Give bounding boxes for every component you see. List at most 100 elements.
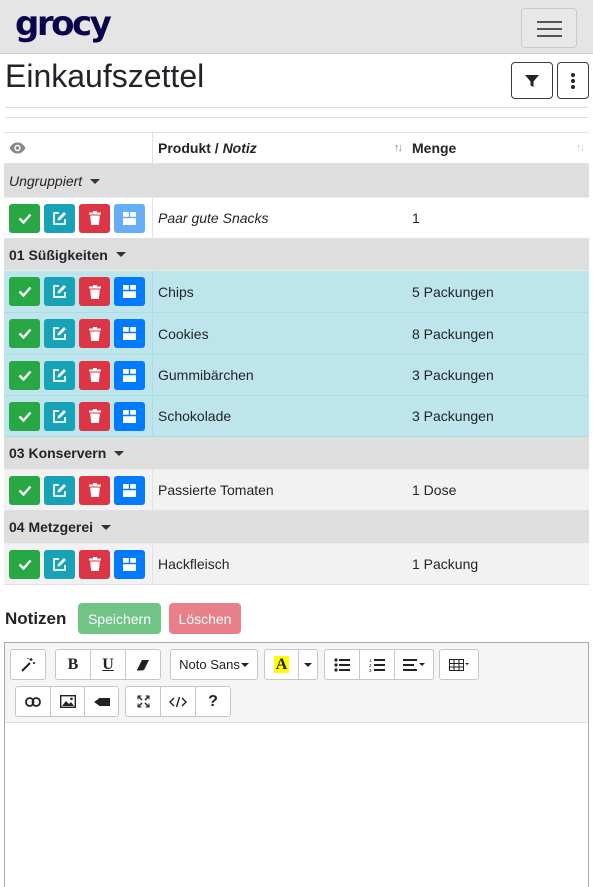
row-actions	[4, 198, 153, 238]
product-name: Chips	[158, 283, 194, 300]
table-row: Hackfleisch 1 Packung	[4, 544, 589, 585]
hamburger-icon-bar	[537, 35, 562, 37]
table-row: Paar gute Snacks 1	[4, 198, 589, 239]
underline-button[interactable]: U	[90, 649, 126, 680]
mark-done-button[interactable]	[9, 319, 40, 348]
product-name: Hackfleisch	[158, 556, 230, 572]
divider	[5, 117, 588, 118]
table-row: Passierte Tomaten 1 Dose	[4, 470, 589, 511]
eraser-button[interactable]	[125, 649, 161, 680]
text-color-button[interactable]: A	[264, 649, 299, 680]
check-icon	[18, 286, 31, 297]
unordered-list-button[interactable]	[324, 649, 360, 680]
delete-item-button[interactable]	[79, 360, 110, 390]
row-actions	[4, 544, 153, 584]
add-to-stock-button[interactable]	[114, 475, 145, 505]
caret-down-icon	[90, 178, 101, 184]
add-to-stock-button[interactable]	[114, 203, 145, 233]
grocy-logo[interactable]: grocy	[15, 4, 112, 44]
group-header[interactable]: Ungruppiert	[4, 165, 589, 198]
eye-icon	[9, 142, 26, 154]
sort-icon: ↑↓	[394, 142, 403, 154]
check-icon	[18, 370, 31, 381]
edit-icon	[53, 557, 66, 571]
more-options-button[interactable]	[557, 62, 589, 99]
column-header-separator: /	[210, 140, 223, 156]
mark-done-button[interactable]	[9, 360, 40, 390]
product-name: Passierte Tomaten	[158, 482, 274, 498]
column-header-product[interactable]: Produkt / Notiz ↑↓	[153, 133, 407, 163]
edit-item-button[interactable]	[44, 277, 75, 306]
insert-video-button[interactable]	[84, 686, 119, 717]
insert-link-button[interactable]	[15, 686, 51, 717]
add-to-stock-button[interactable]	[114, 319, 145, 348]
box-icon	[123, 211, 136, 225]
box-icon	[123, 557, 136, 571]
add-to-stock-button[interactable]	[114, 277, 145, 306]
notes-title: Notizen	[5, 609, 67, 628]
delete-item-button[interactable]	[79, 401, 110, 431]
group-header[interactable]: 01 Süßigkeiten	[4, 239, 589, 271]
mark-done-button[interactable]	[9, 277, 40, 306]
sort-icon: ↑↓	[576, 142, 585, 154]
insert-image-button[interactable]	[50, 686, 85, 717]
mark-done-button[interactable]	[9, 401, 40, 431]
edit-item-button[interactable]	[44, 401, 75, 431]
fullscreen-button[interactable]	[125, 686, 161, 717]
menu-toggle-button[interactable]	[521, 8, 577, 48]
edit-icon	[53, 483, 66, 497]
edit-item-button[interactable]	[44, 475, 75, 505]
chevron-down-icon	[240, 662, 249, 667]
paragraph-align-button[interactable]	[394, 649, 434, 680]
bold-button[interactable]: B	[55, 649, 91, 680]
box-icon	[123, 409, 136, 423]
insert-table-button[interactable]	[439, 649, 479, 680]
trash-icon	[88, 483, 101, 497]
notes-text-area[interactable]	[5, 724, 588, 887]
group-header[interactable]: 04 Metzgerei	[4, 511, 589, 544]
table-row: Cookies 8 Packungen	[4, 313, 589, 355]
delete-item-button[interactable]	[79, 277, 110, 306]
save-notes-button[interactable]: Speichern	[78, 603, 161, 634]
table-row: Gummibärchen 3 Packungen	[4, 355, 589, 396]
delete-item-button[interactable]	[79, 475, 110, 505]
unordered-list-icon	[334, 657, 350, 672]
edit-item-button[interactable]	[44, 319, 75, 348]
edit-item-button[interactable]	[44, 360, 75, 390]
column-header-amount[interactable]: Menge ↑↓	[407, 133, 589, 163]
text-color-dropdown[interactable]	[298, 649, 318, 680]
ordered-list-button[interactable]: 123	[359, 649, 395, 680]
mark-done-button[interactable]	[9, 475, 40, 505]
delete-item-button[interactable]	[79, 203, 110, 233]
delete-item-button[interactable]	[79, 319, 110, 348]
video-icon	[93, 697, 110, 706]
row-actions	[4, 355, 153, 395]
table-header: Produkt / Notiz ↑↓ Menge ↑↓	[4, 132, 589, 165]
edit-item-button[interactable]	[44, 549, 75, 579]
magic-wand-button[interactable]	[10, 649, 46, 680]
caret-down-icon	[101, 524, 112, 530]
box-icon	[123, 327, 136, 340]
delete-item-button[interactable]	[79, 549, 110, 579]
font-family-select[interactable]: Noto Sans	[170, 649, 258, 680]
add-to-stock-button[interactable]	[114, 360, 145, 390]
mark-done-button[interactable]	[9, 549, 40, 579]
amount-value: 5 Packungen	[412, 283, 494, 300]
trash-icon	[88, 284, 101, 299]
delete-notes-button[interactable]: Löschen	[169, 603, 241, 634]
add-to-stock-button[interactable]	[114, 549, 145, 579]
help-button[interactable]: ?	[195, 686, 231, 717]
check-icon	[18, 213, 31, 224]
code-view-button[interactable]	[160, 686, 196, 717]
column-header-amount-label: Menge	[412, 140, 457, 156]
check-icon	[18, 328, 31, 339]
filter-button[interactable]	[511, 62, 553, 99]
column-visibility-toggle[interactable]	[4, 133, 153, 163]
group-name: 03 Konservern	[9, 445, 107, 461]
group-header[interactable]: 03 Konservern	[4, 437, 589, 470]
add-to-stock-button[interactable]	[114, 401, 145, 431]
trash-icon	[88, 557, 101, 571]
divider	[5, 107, 588, 108]
edit-item-button[interactable]	[44, 203, 75, 233]
mark-done-button[interactable]	[9, 203, 40, 233]
